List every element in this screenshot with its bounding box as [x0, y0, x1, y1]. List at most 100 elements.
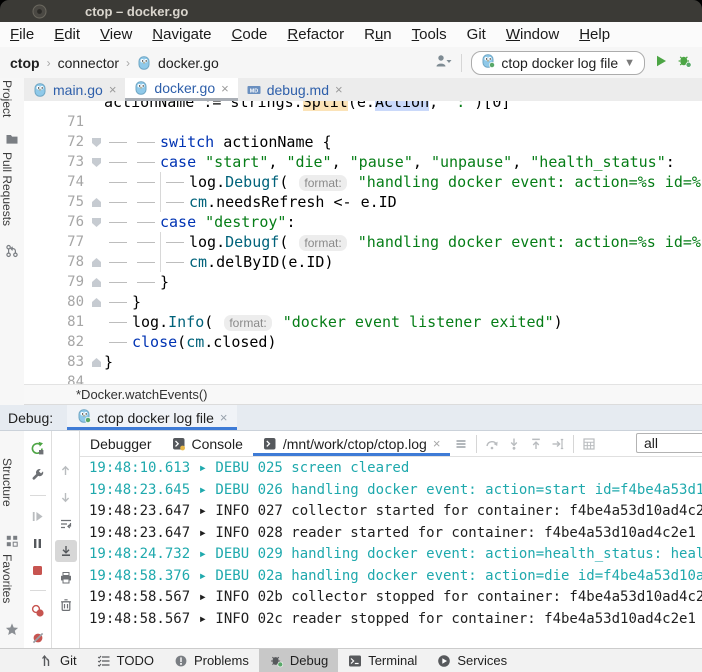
- tab-whitespace: [104, 272, 132, 292]
- menu-item-window[interactable]: Window: [496, 26, 569, 43]
- close-icon[interactable]: ×: [335, 82, 343, 97]
- breadcrumb-item-ctop[interactable]: ctop: [10, 55, 40, 71]
- window-button-icon[interactable]: [32, 4, 47, 19]
- hamburger-button[interactable]: [450, 434, 472, 454]
- close-icon[interactable]: ×: [109, 82, 117, 97]
- evaluate-button[interactable]: [578, 434, 600, 454]
- menu-item-tools[interactable]: Tools: [402, 26, 457, 43]
- fold-start-icon[interactable]: [92, 158, 101, 167]
- up-arrow-button[interactable]: [55, 459, 77, 481]
- star-icon[interactable]: [5, 622, 19, 636]
- fold-end-icon[interactable]: [92, 358, 101, 367]
- log-filter-value: all: [644, 435, 658, 451]
- menu-item-file[interactable]: File: [0, 26, 44, 43]
- code-text: }: [104, 272, 702, 292]
- tab-whitespace: [104, 312, 132, 332]
- fold-end-icon[interactable]: [92, 298, 101, 307]
- menu-item-code[interactable]: Code: [222, 26, 278, 43]
- menu-item-git[interactable]: Git: [457, 26, 496, 43]
- user-icon[interactable]: [435, 54, 452, 68]
- editor-breadcrumb-bar: *Docker.watchEvents(): [24, 384, 702, 405]
- resume-button[interactable]: [27, 505, 49, 527]
- toolwindow-button-todo[interactable]: TODO: [87, 649, 164, 672]
- toolwindow-button-pull-requests[interactable]: Pull Requests: [0, 152, 24, 226]
- menu-item-view[interactable]: View: [90, 26, 142, 43]
- close-icon[interactable]: ×: [220, 410, 228, 425]
- menu-item-edit[interactable]: Edit: [44, 26, 90, 43]
- debug-button[interactable]: [677, 54, 692, 71]
- run-configuration-select[interactable]: ctop docker log file ▼: [471, 51, 645, 75]
- debug-left-toolbar: »: [24, 431, 52, 648]
- toolwindow-button-problems[interactable]: Problems: [164, 649, 259, 672]
- toolwindow-bottom-bar: GitTODOProblemsDebugTerminalServices: [0, 648, 702, 672]
- debug-bug-icon[interactable]: [677, 54, 692, 68]
- breadcrumb-separator: ›: [47, 56, 51, 70]
- trash-button[interactable]: [55, 594, 77, 616]
- toolwindow-button-services[interactable]: Services: [427, 649, 517, 672]
- code-line: 83}: [24, 352, 702, 372]
- code-text: actionName := strings.Split(e.Action, ":…: [104, 101, 702, 112]
- pause-icon: [31, 537, 44, 550]
- scroll-end-button[interactable]: [55, 540, 77, 562]
- editor-tab-debug.md[interactable]: MDdebug.md×: [238, 78, 352, 101]
- line-number: 74: [24, 172, 89, 192]
- step-out-button[interactable]: [525, 434, 547, 454]
- rerun-button[interactable]: [27, 437, 49, 459]
- fold-start-icon[interactable]: [92, 218, 101, 227]
- pull-request-icon[interactable]: [5, 244, 19, 258]
- editor-tab-docker.go[interactable]: docker.go ×: [125, 78, 237, 101]
- mute-breakpoints-button[interactable]: [27, 627, 49, 649]
- debug-tab--mnt-work-ctop-ctop-log[interactable]: /mnt/work/ctop/ctop.log×: [253, 431, 451, 456]
- printer-button[interactable]: [55, 567, 77, 589]
- log-output[interactable]: 19:48:10.613 ▸ DEBU 025 screen cleared19…: [80, 458, 702, 648]
- fold-start-icon[interactable]: [92, 138, 101, 147]
- debug-tab-label: Debugger: [90, 436, 152, 452]
- menu-item-refactor[interactable]: Refactor: [277, 26, 354, 43]
- fold-end-icon[interactable]: [92, 278, 101, 287]
- toolwindow-button-git[interactable]: Git: [30, 649, 87, 672]
- structure-icon[interactable]: [5, 534, 19, 548]
- line-number: 73: [24, 152, 89, 172]
- step-into-button[interactable]: [503, 434, 525, 454]
- run-to-cursor-button[interactable]: [547, 434, 569, 454]
- gopher-icon: [137, 56, 151, 70]
- method-breadcrumb[interactable]: *Docker.watchEvents(): [76, 387, 208, 402]
- debug-tab-debugger[interactable]: Debugger: [80, 431, 162, 456]
- editor-tab-main.go[interactable]: main.go×: [24, 78, 125, 101]
- toolwindow-button-terminal[interactable]: Terminal: [338, 649, 427, 672]
- fold-end-icon[interactable]: [92, 258, 101, 267]
- menu-item-navigate[interactable]: Navigate: [142, 26, 221, 43]
- window-button-icon[interactable]: [32, 4, 47, 19]
- stop-button[interactable]: [27, 559, 49, 581]
- folder-icon[interactable]: [5, 132, 19, 146]
- step-into-icon: [507, 437, 521, 451]
- debug-session-tab[interactable]: ctop docker log file ×: [67, 405, 237, 430]
- down-arrow-button[interactable]: [55, 486, 77, 508]
- breadcrumb-item-connector[interactable]: connector: [58, 55, 119, 71]
- fold-column: [89, 232, 104, 252]
- run-icon[interactable]: [654, 54, 668, 68]
- code-editor[interactable]: actionName := strings.Split(e.Action, ":…: [24, 101, 702, 384]
- toolwindow-button-project[interactable]: Project: [0, 80, 24, 117]
- breadcrumb-item-docker.go[interactable]: docker.go: [158, 55, 219, 71]
- code-text: [104, 112, 702, 132]
- editor-tab-label: docker.go: [154, 80, 215, 96]
- soft-wrap-button[interactable]: [55, 513, 77, 535]
- toolwindow-button-favorites[interactable]: Favorites: [0, 554, 24, 603]
- menu-item-run[interactable]: Run: [354, 26, 402, 43]
- view-breakpoints-button[interactable]: [27, 600, 49, 622]
- close-icon[interactable]: ×: [221, 81, 229, 96]
- menu-item-help[interactable]: Help: [569, 26, 620, 43]
- fold-end-icon[interactable]: [92, 198, 101, 207]
- log-filter-select[interactable]: all: [636, 433, 702, 453]
- debug-tab-label: Console: [192, 436, 243, 452]
- close-icon[interactable]: ×: [433, 436, 441, 451]
- user-icon[interactable]: [435, 54, 452, 71]
- run-button[interactable]: [654, 54, 668, 71]
- debug-tab-console[interactable]: Console: [162, 431, 253, 456]
- toolwindow-button-debug[interactable]: Debug: [259, 649, 338, 672]
- wrench-button[interactable]: [27, 464, 49, 486]
- step-over-button[interactable]: [481, 434, 503, 454]
- pause-button[interactable]: [27, 532, 49, 554]
- toolwindow-button-structure[interactable]: Structure: [0, 458, 24, 507]
